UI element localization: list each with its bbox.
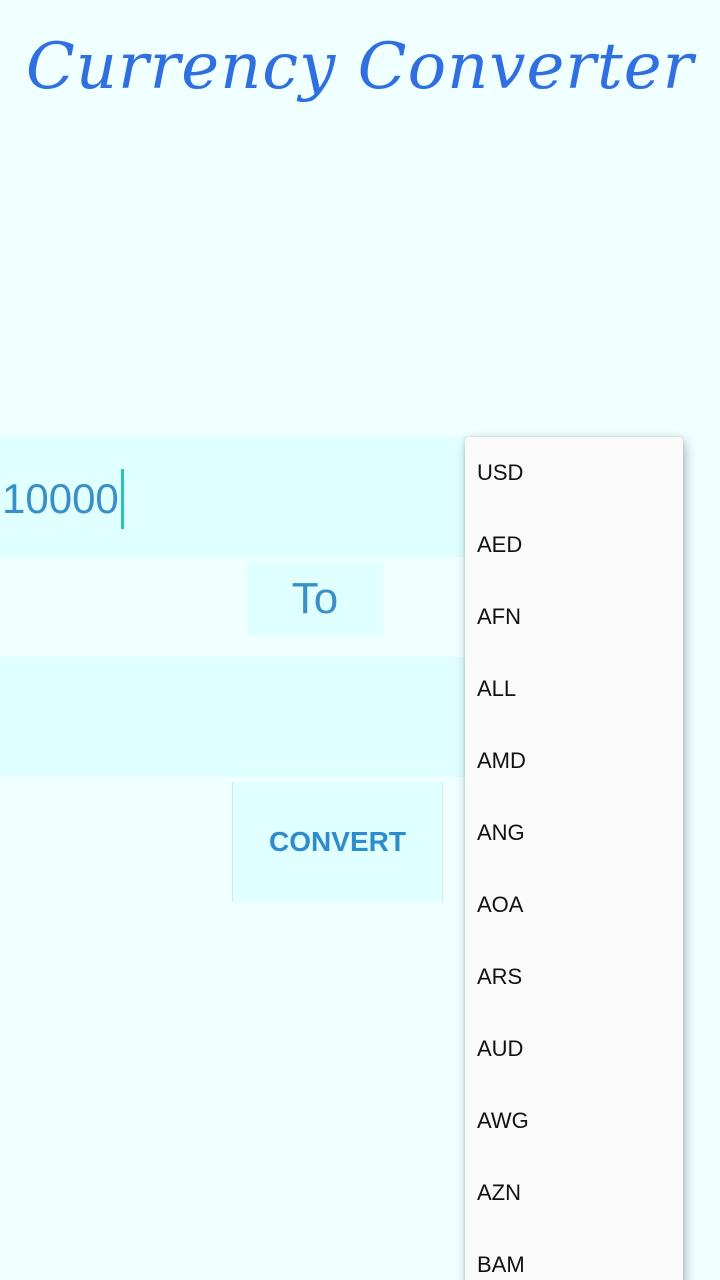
dropdown-item-all[interactable]: ALL (465, 653, 683, 725)
converter-screen: Currency Converter 10000 To CONVERT USD … (0, 0, 720, 1280)
text-cursor (120, 469, 124, 529)
to-label: To (247, 562, 383, 636)
dropdown-item-aud[interactable]: AUD (465, 1013, 683, 1085)
dropdown-item-amd[interactable]: AMD (465, 725, 683, 797)
dropdown-item-usd[interactable]: USD (465, 437, 683, 509)
dropdown-item-awg[interactable]: AWG (465, 1085, 683, 1157)
amount-input-value: 10000 (2, 475, 119, 522)
dropdown-item-ang[interactable]: ANG (465, 797, 683, 869)
dropdown-item-bam[interactable]: BAM (465, 1229, 683, 1280)
dropdown-item-afn[interactable]: AFN (465, 581, 683, 653)
dropdown-item-aoa[interactable]: AOA (465, 869, 683, 941)
app-title: Currency Converter (25, 30, 695, 104)
currency-dropdown-list: USD AED AFN ALL AMD ANG AOA ARS AUD AWG … (465, 437, 683, 1280)
result-field[interactable] (0, 657, 470, 777)
amount-input[interactable]: 10000 (0, 437, 470, 557)
convert-button[interactable]: CONVERT (232, 782, 443, 902)
dropdown-item-aed[interactable]: AED (465, 509, 683, 581)
dropdown-item-azn[interactable]: AZN (465, 1157, 683, 1229)
dropdown-item-ars[interactable]: ARS (465, 941, 683, 1013)
